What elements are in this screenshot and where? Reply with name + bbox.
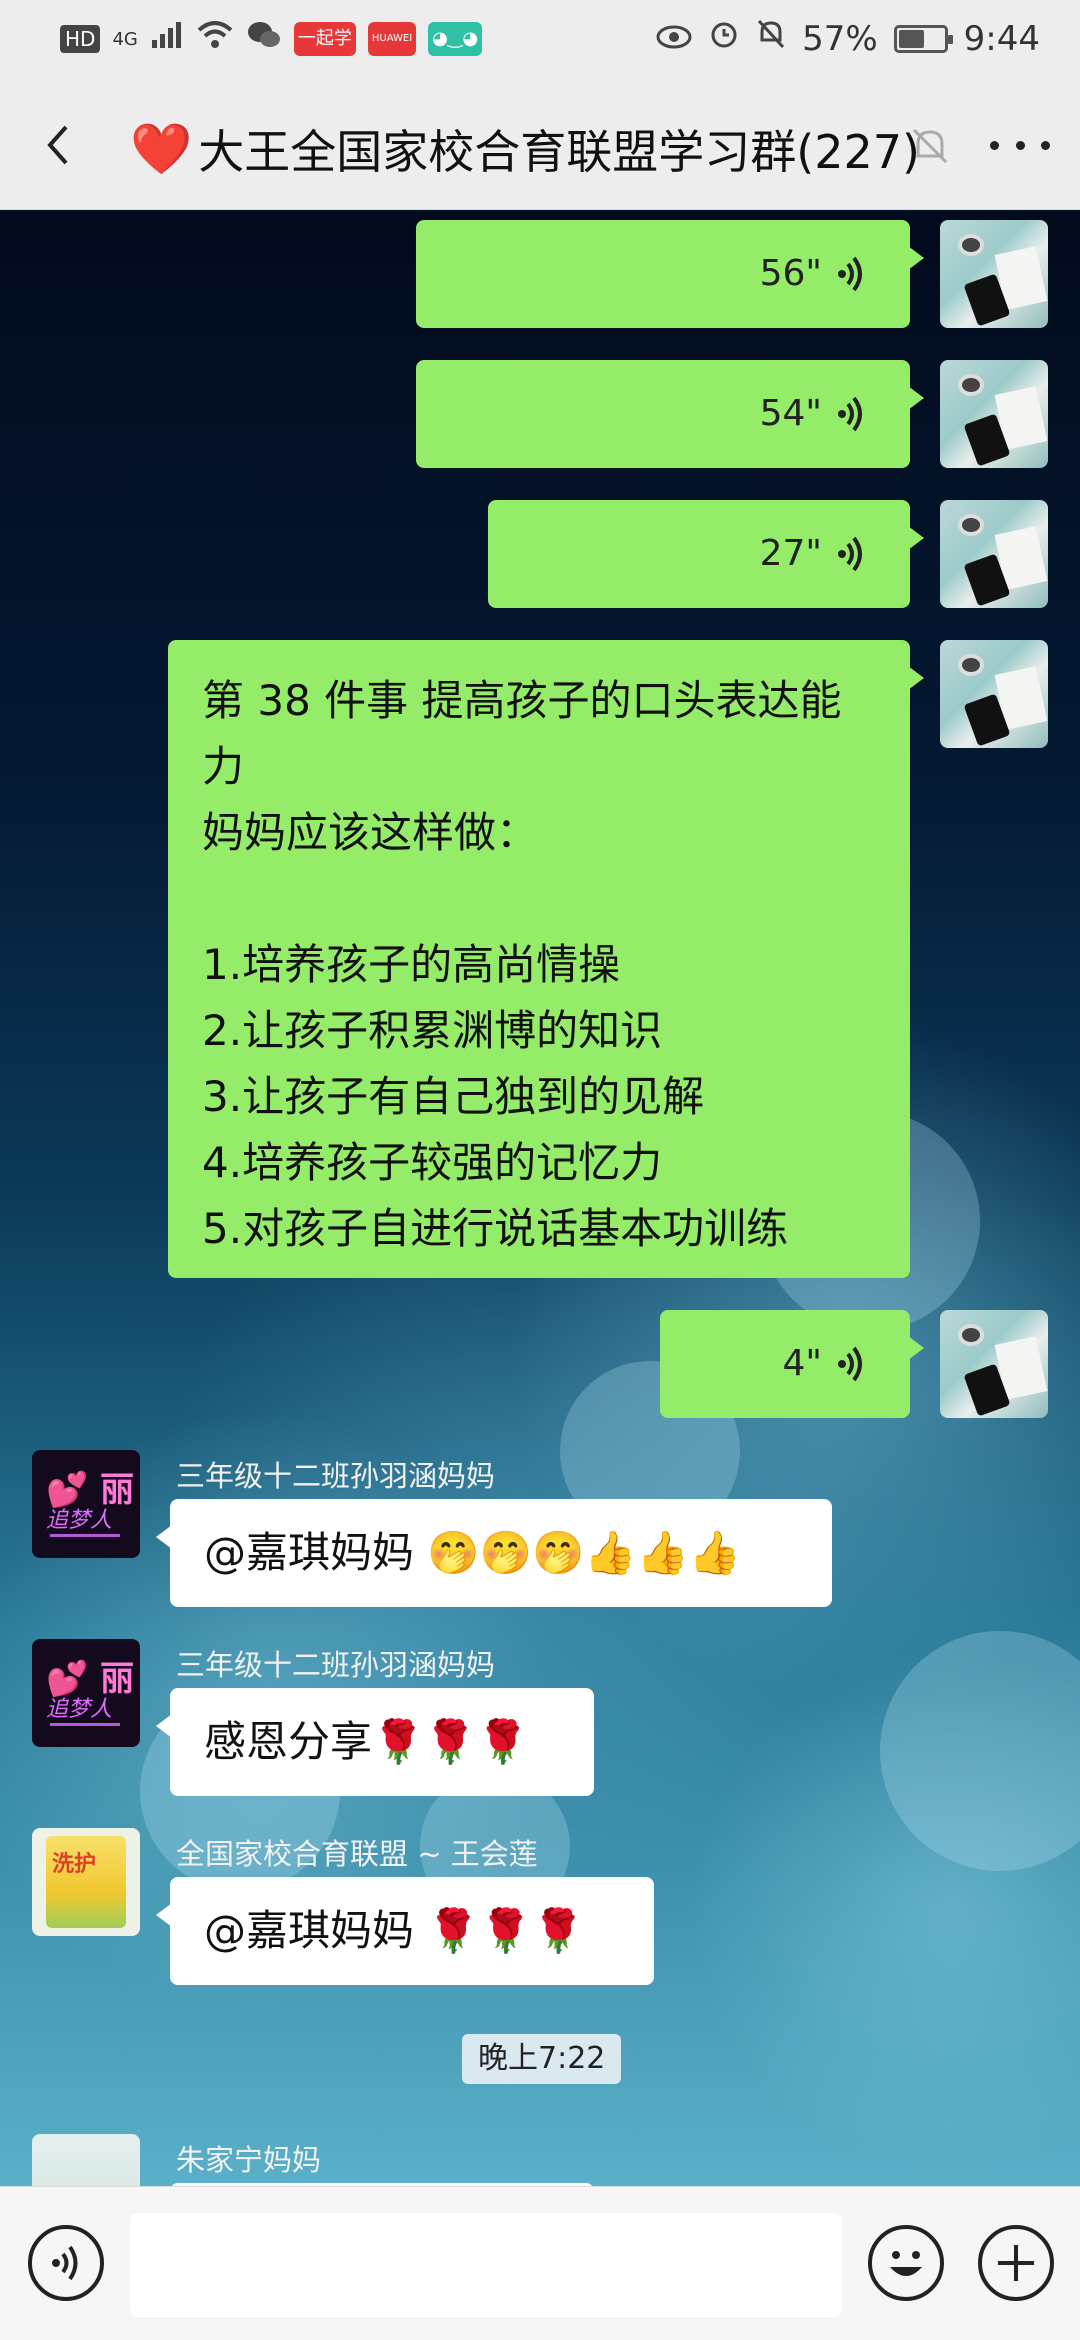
message-input[interactable] bbox=[130, 2213, 842, 2317]
sender-name: 朱家宁妈妈 bbox=[176, 2143, 322, 2177]
voice-message: 54" bbox=[416, 360, 910, 468]
sender-avatar[interactable]: 💕 丽 追梦人 bbox=[32, 1450, 140, 1558]
message-line: 3.让孩子有自己独到的见解 bbox=[202, 1072, 705, 1121]
smiley-icon bbox=[890, 2251, 922, 2276]
avatar-text: 追梦人 bbox=[46, 1697, 113, 1722]
message-line: 1.培养孩子的高尚情操 bbox=[202, 940, 621, 989]
message-text: @嘉琪妈妈 🌹🌹🌹 bbox=[204, 1906, 585, 1955]
background-bokeh bbox=[880, 1631, 1080, 1871]
voice-duration: 56" bbox=[759, 253, 822, 294]
voice-message-bubble[interactable]: 54" bbox=[416, 360, 924, 468]
sender-avatar[interactable] bbox=[32, 2134, 140, 2186]
hd-indicator: HD bbox=[60, 25, 101, 53]
voice-message: 4" bbox=[660, 1310, 910, 1418]
emoji-button[interactable] bbox=[868, 2225, 944, 2301]
page-title[interactable]: ❤️ 大王全国家校合育联盟学习群(227) bbox=[130, 116, 920, 182]
app-badge-2: HUAWEI bbox=[367, 22, 417, 56]
text-message-bubble[interactable]: @嘉琪妈妈 🌹🌹🌹 bbox=[156, 1877, 654, 1985]
message-line: 第 38 件事 提高孩子的口头表达能 bbox=[202, 676, 842, 725]
message-line: 2.让孩子积累渊博的知识 bbox=[202, 1006, 663, 1055]
sender-name: 三年级十二班孙羽涵妈妈 bbox=[176, 1459, 496, 1493]
avatar-decoration bbox=[50, 1534, 120, 1537]
voice-duration: 4" bbox=[782, 1343, 822, 1384]
battery-percent: 57% bbox=[802, 18, 878, 59]
voice-wave-icon bbox=[838, 256, 862, 292]
message-list[interactable]: 56" 54" 27" 第 38 件事 提高孩子的口头表达能 力 妈妈应该这样做… bbox=[0, 211, 1080, 2186]
voice-message: 27" bbox=[488, 500, 910, 608]
message-line: 4.培养孩子较强的记忆力 bbox=[202, 1138, 663, 1187]
voice-wave-icon bbox=[838, 396, 862, 432]
sender-name: 三年级十二班孙羽涵妈妈 bbox=[176, 1648, 496, 1682]
status-bar: HD 4G 一起学 HUAWEI ◕‿◕ 57% 9:44 bbox=[0, 0, 1080, 80]
group-name: 大王全国家校合育联盟学习群(227) bbox=[198, 125, 920, 179]
avatar-text: 追梦人 bbox=[46, 1508, 113, 1533]
mute-bell-icon bbox=[756, 18, 786, 59]
text-message-bubble[interactable]: 感恩分享🌹🌹🌹 bbox=[156, 1688, 594, 1796]
chat-header: ❤️ 大王全国家校合育联盟学习群(227) bbox=[0, 80, 1080, 210]
voice-input-button[interactable] bbox=[28, 2225, 104, 2301]
message-line: 妈妈应该这样做： bbox=[202, 808, 539, 857]
wechat-icon bbox=[246, 20, 282, 58]
dot-icon bbox=[1015, 140, 1025, 150]
text-message-bubble[interactable]: @嘉琪妈妈 🤭🤭🤭👍👍👍 bbox=[156, 1499, 832, 1607]
voice-message-bubble[interactable]: 56" bbox=[416, 220, 924, 328]
sender-avatar[interactable]: 洗护 bbox=[32, 1828, 140, 1936]
more-actions-button[interactable] bbox=[978, 2225, 1054, 2301]
text-message-bubble[interactable]: 第 38 件事 提高孩子的口头表达能 力 妈妈应该这样做： 1.培养孩子的高尚情… bbox=[168, 640, 924, 1278]
eye-icon bbox=[656, 19, 692, 59]
more-options-button[interactable] bbox=[990, 120, 1050, 170]
voice-wave-icon bbox=[838, 536, 862, 572]
voice-message-bubble[interactable]: 4" bbox=[660, 1310, 924, 1418]
signal-icon bbox=[150, 20, 184, 58]
avatar-decoration bbox=[50, 1723, 120, 1726]
message-line: 5.对孩子自进行说话基本功训练 bbox=[202, 1204, 789, 1253]
chevron-left-icon bbox=[47, 125, 68, 165]
plus-icon bbox=[998, 2245, 1034, 2281]
battery-icon bbox=[893, 24, 953, 53]
voice-wave-icon bbox=[52, 2245, 78, 2281]
sender-name: 全国家校合育联盟 ~ 王会莲 bbox=[176, 1837, 538, 1871]
dot-icon bbox=[1041, 140, 1050, 150]
clock-time: 9:44 bbox=[963, 18, 1040, 59]
sender-avatar[interactable]: 💕 丽 追梦人 bbox=[32, 1639, 140, 1747]
self-avatar[interactable] bbox=[940, 1310, 1048, 1418]
heart-icon: ❤️ bbox=[130, 119, 193, 178]
self-avatar[interactable] bbox=[940, 360, 1048, 468]
wifi-icon bbox=[196, 20, 234, 58]
status-bar-right: 57% 9:44 bbox=[656, 18, 1040, 59]
self-avatar[interactable] bbox=[940, 500, 1048, 608]
dot-icon bbox=[990, 140, 999, 150]
self-avatar[interactable] bbox=[940, 640, 1048, 748]
voice-wave-icon bbox=[838, 1346, 862, 1382]
muted-bell-icon bbox=[908, 124, 952, 168]
input-bar bbox=[0, 2186, 1080, 2340]
voice-duration: 27" bbox=[759, 533, 822, 574]
self-avatar[interactable] bbox=[940, 220, 1048, 328]
voice-message: 56" bbox=[416, 220, 910, 328]
avatar-text: 洗护 bbox=[52, 1852, 97, 1877]
timestamp-label: 晚上7:22 bbox=[462, 2034, 622, 2084]
alarm-icon bbox=[708, 18, 740, 59]
app-badge-3-icon: ◕‿◕ bbox=[428, 22, 483, 56]
voice-message-bubble[interactable]: 27" bbox=[488, 500, 924, 608]
status-bar-left: HD 4G 一起学 HUAWEI ◕‿◕ bbox=[60, 20, 483, 58]
message-line: 力 bbox=[202, 742, 245, 791]
app-badge-1: 一起学 bbox=[293, 22, 356, 56]
message-text: 感恩分享🌹🌹🌹 bbox=[204, 1717, 529, 1766]
message-line bbox=[202, 866, 876, 932]
message-text: @嘉琪妈妈 🤭🤭🤭👍👍👍 bbox=[204, 1528, 742, 1577]
network-type: 4G bbox=[112, 28, 138, 50]
voice-duration: 54" bbox=[759, 393, 822, 434]
back-button[interactable] bbox=[30, 115, 90, 175]
